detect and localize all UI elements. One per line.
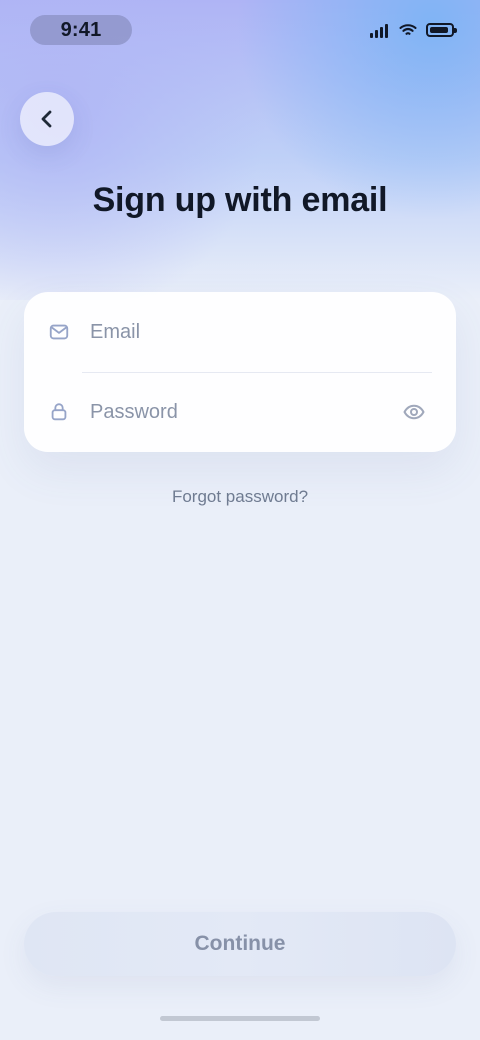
battery-level-fill <box>430 27 448 33</box>
mail-icon <box>49 324 69 340</box>
status-icons <box>360 18 457 42</box>
sign-up-form-card <box>24 292 456 452</box>
status-bar: 9:41 <box>0 0 480 56</box>
continue-button[interactable]: Continue <box>24 912 456 976</box>
home-indicator <box>160 1016 320 1021</box>
eye-icon <box>403 404 425 420</box>
show-password-button[interactable] <box>396 394 432 430</box>
back-button[interactable] <box>20 92 74 146</box>
password-input[interactable] <box>88 390 396 434</box>
password-field-row[interactable] <box>24 372 456 452</box>
battery-icon <box>426 23 457 37</box>
forgot-password-link[interactable]: Forgot password? <box>136 482 344 512</box>
status-time: 9:41 <box>30 15 132 45</box>
wifi-icon <box>399 24 417 35</box>
email-field-row[interactable] <box>24 292 456 372</box>
email-input[interactable] <box>88 310 432 354</box>
lock-icon <box>51 403 67 421</box>
cellular-signal-icon <box>370 22 390 38</box>
page-title: Sign up with email <box>92 181 388 219</box>
chevron-left-icon <box>41 110 52 128</box>
sign-up-screen: 9:41 Sign up with email Email Forgot pas… <box>0 0 480 1040</box>
